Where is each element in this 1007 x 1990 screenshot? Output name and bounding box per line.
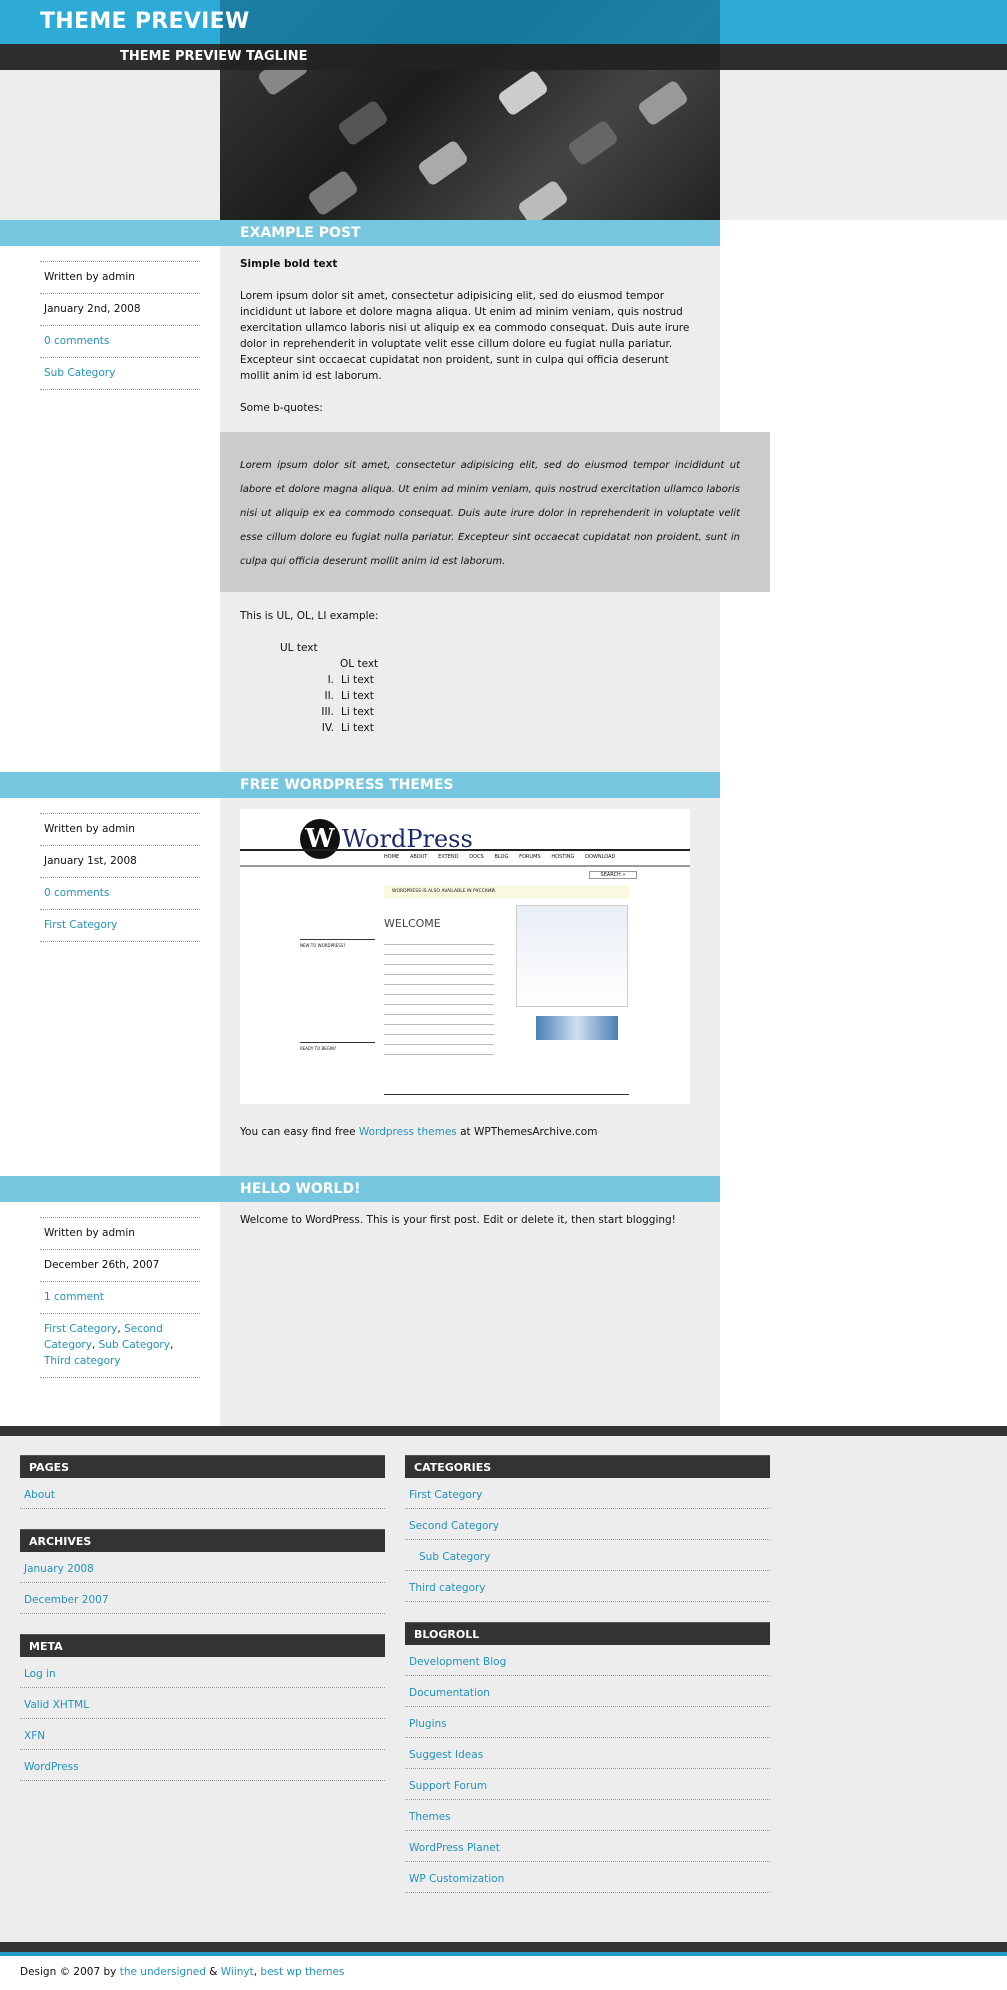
comments-link[interactable]: 1 comment	[44, 1291, 104, 1303]
blogroll-link[interactable]: Documentation	[409, 1687, 490, 1699]
tagline-bar-right	[720, 44, 1007, 70]
divider	[240, 849, 690, 851]
category-link[interactable]: Third category	[409, 1582, 486, 1594]
post-author: Written by admin	[40, 813, 200, 845]
widget-title: ARCHIVES	[20, 1529, 385, 1552]
tagline-bar	[0, 44, 720, 70]
post-title[interactable]: HELLO WORLD!	[240, 1176, 360, 1202]
blockquote: Lorem ipsum dolor sit amet, consectetur …	[220, 432, 770, 592]
list-item: I. Li text	[327, 674, 374, 686]
widget-column-right: CATEGORIES First Category Second Categor…	[405, 1455, 770, 1913]
post-text: Welcome to WordPress. This is your first…	[240, 1214, 676, 1226]
list-item: II. Li text	[324, 690, 374, 702]
category-link[interactable]: First Category	[409, 1489, 482, 1501]
post-author: Written by admin	[40, 1217, 200, 1249]
ordered-list: I. Li text II. Li text III. Li text IV. Li t…	[300, 672, 374, 736]
screenshot-thumbnail	[516, 905, 628, 1007]
category-link[interactable]: Second Category	[409, 1520, 499, 1532]
category-link[interactable]: Sub Category	[419, 1551, 490, 1563]
widget-title: PAGES	[20, 1455, 385, 1478]
category-link[interactable]: Sub Category	[44, 367, 115, 379]
meta-link[interactable]: Log in	[24, 1668, 56, 1680]
header-grey-right	[720, 70, 1007, 220]
site-title[interactable]: THEME PREVIEW	[40, 9, 250, 34]
comments-link[interactable]: 0 comments	[44, 887, 109, 899]
post-author: Written by admin	[40, 261, 200, 293]
footer-credits: Design © 2007 by the undersigned & Wiiny…	[20, 1966, 345, 1978]
list-item: IV. Li text	[321, 722, 374, 734]
category-link[interactable]: Sub Category	[99, 1339, 170, 1351]
post-date: January 2nd, 2008	[40, 293, 200, 325]
blogroll-link[interactable]: WP Customization	[409, 1873, 504, 1885]
ol-label: OL text	[340, 658, 379, 670]
category-link[interactable]: First Category	[44, 1323, 117, 1335]
widget-title: CATEGORIES	[405, 1455, 770, 1478]
category-link[interactable]: Third category	[44, 1355, 121, 1367]
list-item: III. Li text	[321, 706, 374, 718]
screenshot-thumbs	[536, 1016, 618, 1040]
post-date: December 26th, 2007	[40, 1249, 200, 1281]
post-date: January 1st, 2008	[40, 845, 200, 877]
post-meta: Written by admin January 2nd, 2008 0 com…	[40, 261, 200, 390]
wiinyt-link[interactable]: Wiinyt	[221, 1966, 254, 1978]
comments-link[interactable]: 0 comments	[44, 335, 109, 347]
screenshot-welcome: WELCOME	[384, 917, 441, 930]
meta-link[interactable]: Valid XHTML	[24, 1699, 89, 1711]
wordpress-screenshot: W WordPress HOME ABOUT EXTEND DOCS BLOG …	[240, 809, 690, 1104]
footer-accent-line	[0, 1952, 1007, 1956]
meta-link[interactable]: WordPress	[24, 1761, 79, 1773]
blogroll-link[interactable]: Support Forum	[409, 1780, 487, 1792]
post-title[interactable]: FREE WORDPRESS THEMES	[240, 772, 454, 798]
bquote-intro: Some b-quotes:	[240, 402, 323, 414]
meta-link[interactable]: XFN	[24, 1730, 45, 1742]
header-grey-left	[0, 70, 220, 220]
post-paragraph: Lorem ipsum dolor sit amet, consectetur …	[240, 290, 690, 382]
post-text: You can easy find free Wordpress themes …	[240, 1126, 598, 1138]
wordpress-themes-link[interactable]: Wordpress themes	[359, 1126, 457, 1138]
ul-item: UL text	[280, 642, 318, 654]
widget-title: META	[20, 1634, 385, 1657]
wordpress-logo-icon: W	[300, 819, 340, 859]
bold-text: Simple bold text	[240, 258, 338, 270]
category-link[interactable]: First Category	[44, 919, 117, 931]
page-link[interactable]: About	[24, 1489, 55, 1501]
undersigned-link[interactable]: the undersigned	[120, 1966, 206, 1978]
blogroll-link[interactable]: Plugins	[409, 1718, 447, 1730]
header-overlay	[220, 0, 720, 44]
blogroll-link[interactable]: Themes	[409, 1811, 451, 1823]
archive-link[interactable]: January 2008	[24, 1563, 94, 1575]
screenshot-heading: NEW TO WORDPRESS?	[300, 939, 375, 948]
blogroll-link[interactable]: WordPress Planet	[409, 1842, 500, 1854]
screenshot-search: SEARCH »	[589, 871, 637, 879]
blogroll-link[interactable]: Suggest Ideas	[409, 1749, 483, 1761]
archive-link[interactable]: December 2007	[24, 1594, 109, 1606]
divider	[384, 1094, 629, 1095]
list-intro: This is UL, OL, LI example:	[240, 610, 379, 622]
blogroll-link[interactable]: Development Blog	[409, 1656, 506, 1668]
post-meta: Written by admin December 26th, 2007 1 c…	[40, 1217, 200, 1378]
widget-column-left: PAGES About ARCHIVES January 2008 Decemb…	[20, 1455, 385, 1801]
widget-title: BLOGROLL	[405, 1622, 770, 1645]
post-meta: Written by admin January 1st, 2008 0 com…	[40, 813, 200, 942]
screenshot-nav: HOME ABOUT EXTEND DOCS BLOG FORUMS HOSTI…	[384, 854, 616, 860]
post-title[interactable]: EXAMPLE POST	[240, 220, 361, 246]
divider	[240, 865, 690, 867]
footer-bar	[0, 1942, 1007, 1952]
best-wp-themes-link[interactable]: best wp themes	[260, 1966, 344, 1978]
screenshot-notice: WORDPRESS IS ALSO AVAILABLE IN РУССКИЙ.	[384, 886, 629, 898]
screenshot-text	[384, 937, 494, 1057]
site-tagline: THEME PREVIEW TAGLINE	[120, 49, 308, 64]
screenshot-heading: READY TO BEGIN?	[300, 1042, 375, 1051]
